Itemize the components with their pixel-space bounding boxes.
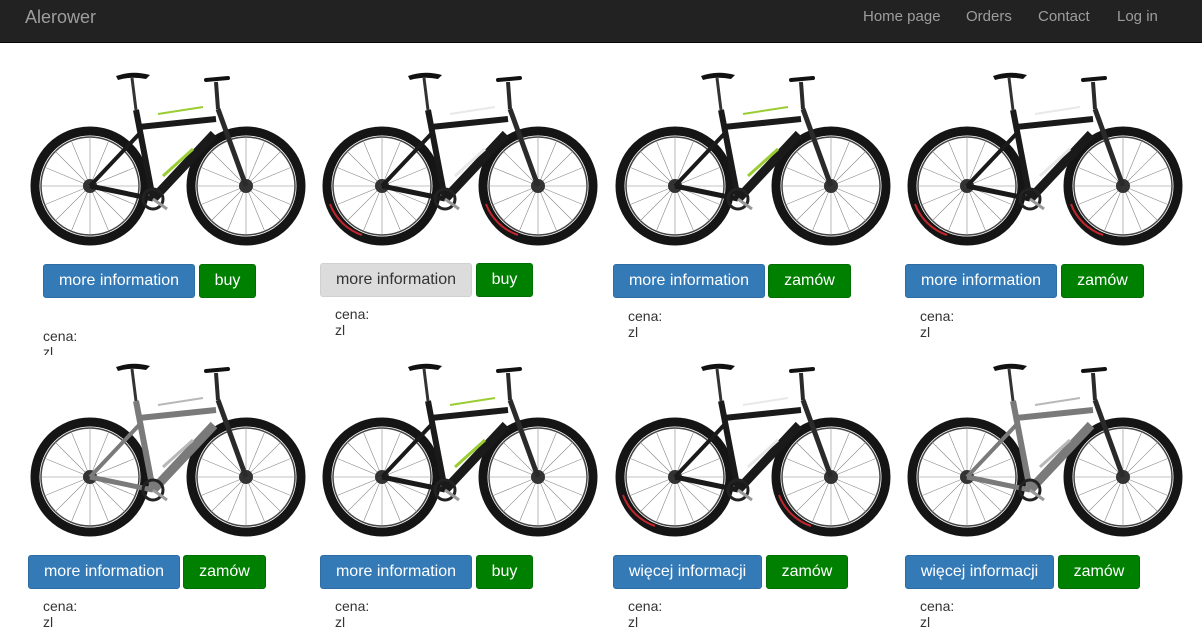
more-information-button[interactable]: more information [43,264,195,298]
price-label: cena: zl [628,598,663,630]
bike-icon [615,363,891,537]
bike-icon [30,363,306,537]
buy-button[interactable]: buy [476,555,533,589]
bike-icon [322,72,598,246]
buy-button[interactable]: zamów [768,264,851,298]
buy-button[interactable]: zamów [1061,264,1144,298]
bike-icon [322,363,598,537]
price-label: cena: zl [628,308,663,340]
nav-home[interactable]: Home page [863,8,941,26]
buy-button[interactable]: buy [199,264,256,298]
more-information-button[interactable]: więcej informacji [905,555,1054,589]
bike-icon [30,72,306,246]
price-label: cena: zl [920,598,955,630]
bike-image[interactable] [905,64,1185,254]
bike-image[interactable] [28,355,308,545]
buy-button[interactable]: zamów [766,555,848,589]
price-label: cena: zl [335,598,370,630]
more-information-button[interactable]: more information [320,555,472,589]
bike-image[interactable] [28,64,308,254]
bike-image[interactable] [613,64,893,254]
bike-icon [907,363,1183,537]
brand-logo[interactable]: Alerower [25,7,96,27]
buy-button[interactable]: zamów [183,555,266,589]
bike-icon [615,72,891,246]
more-information-button[interactable]: more information [320,263,472,297]
price-label: cena: zl [335,306,370,338]
bike-image[interactable] [320,64,600,254]
nav-login[interactable]: Log in [1117,8,1158,26]
navbar: Alerower Home page Orders Contact Log in [0,0,1202,43]
buy-button[interactable]: zamów [1058,555,1140,589]
more-information-button[interactable]: more information [905,264,1057,298]
bike-image[interactable] [905,355,1185,545]
more-information-button[interactable]: more information [613,264,765,298]
more-information-button[interactable]: more information [28,555,180,589]
more-information-button[interactable]: więcej informacji [613,555,762,589]
nav-orders[interactable]: Orders [966,8,1012,26]
nav-contact[interactable]: Contact [1038,8,1090,26]
bike-icon [907,72,1183,246]
bike-image[interactable] [613,355,893,545]
buy-button[interactable]: buy [476,263,533,297]
price-label: cena: zl [43,598,78,630]
bike-image[interactable] [320,355,600,545]
price-label: cena: zl [920,308,955,340]
